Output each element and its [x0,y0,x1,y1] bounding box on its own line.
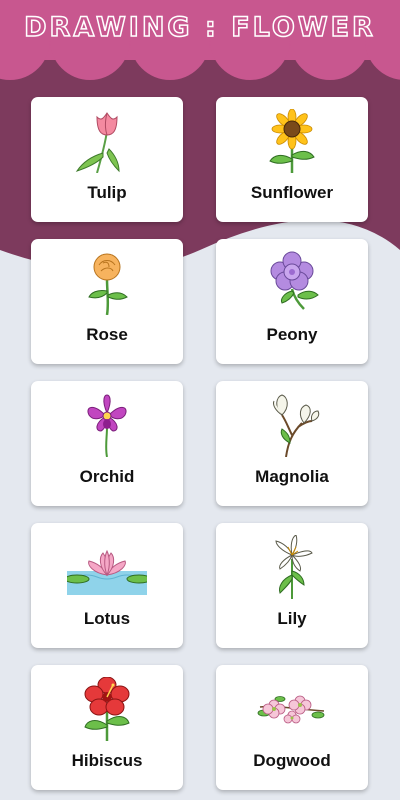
flower-card-hibiscus[interactable]: Hibiscus [31,665,183,790]
sunflower-icon [269,109,315,173]
flower-card-peony[interactable]: Peony [216,239,368,364]
flower-card-rose[interactable]: Rose [31,239,183,364]
lotus-icon [67,549,147,595]
flower-card-lily[interactable]: Lily [216,523,368,648]
flower-label: Tulip [87,183,127,202]
peony-icon [270,251,319,310]
flower-label: Hibiscus [71,751,143,770]
orchid-icon [87,394,127,457]
hibiscus-icon [84,677,130,741]
flower-label: Dogwood [253,751,331,770]
tulip-icon [75,112,120,173]
flower-card-sunflower[interactable]: Sunflower [216,97,368,222]
flower-grid: Tulip Sunflower Rose Peony Orchid Magnol… [0,0,400,800]
lily-icon [275,535,313,599]
flower-label: Peony [266,325,318,344]
rose-icon [88,253,128,315]
flower-label: Magnolia [255,467,329,486]
flower-card-dogwood[interactable]: Dogwood [216,665,368,790]
flower-card-orchid[interactable]: Orchid [31,381,183,506]
magnolia-icon [273,394,320,457]
flower-card-magnolia[interactable]: Magnolia [216,381,368,506]
flower-card-tulip[interactable]: Tulip [31,97,183,222]
flower-label: Lotus [83,609,131,628]
flower-label: Lily [277,609,307,628]
flower-label: Orchid [79,467,135,486]
flower-label: Sunflower [250,183,334,202]
flower-label: Rose [86,325,128,344]
flower-card-lotus[interactable]: Lotus [31,523,183,648]
dogwood-icon [257,695,325,724]
